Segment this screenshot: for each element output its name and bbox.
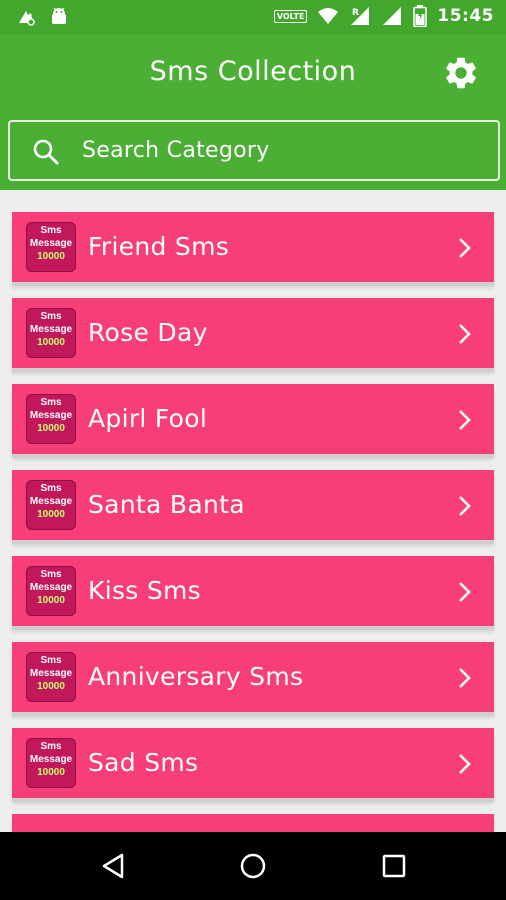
- category-label: Santa Banta: [88, 490, 245, 519]
- signal-r-icon: R: [351, 7, 370, 25]
- app-badge: Sms Message 10000: [26, 566, 76, 616]
- volte-icon: VOLTE: [273, 9, 308, 23]
- app-badge: Sms Message 10000: [26, 222, 76, 272]
- home-icon[interactable]: [239, 852, 267, 880]
- svg-text:R: R: [352, 8, 359, 18]
- back-icon[interactable]: [100, 852, 128, 880]
- category-label: Anniversary Sms: [88, 662, 304, 691]
- chevron-right-icon: [459, 496, 471, 516]
- category-list: Sms Message 10000 Friend Sms Sms Message…: [0, 190, 506, 832]
- chevron-right-icon: [459, 582, 471, 602]
- app-badge: Sms Message 10000: [26, 480, 76, 530]
- category-label: Rose Day: [88, 318, 208, 347]
- android-icon: [52, 7, 66, 24]
- chevron-right-icon: [459, 410, 471, 430]
- category-item-friend-sms[interactable]: Sms Message 10000 Friend Sms: [12, 212, 494, 282]
- navigation-bar: [0, 832, 506, 900]
- status-bar: VOLTE R 15:45: [0, 0, 506, 34]
- app-badge: Sms Message 10000: [26, 652, 76, 702]
- app-badge: Sms Message 10000: [26, 308, 76, 358]
- category-item-sad-sms[interactable]: Sms Message 10000 Sad Sms: [12, 728, 494, 798]
- signal-icon: [383, 7, 402, 25]
- category-item-kiss-sms[interactable]: Sms Message 10000 Kiss Sms: [12, 556, 494, 626]
- search-icon: [33, 139, 59, 165]
- search-placeholder: Search Category: [82, 138, 270, 163]
- app-bar: Sms Collection: [0, 34, 506, 112]
- chevron-right-icon: [459, 324, 471, 344]
- category-item-santa-banta[interactable]: Sms Message 10000 Santa Banta: [12, 470, 494, 540]
- status-time: 15:45: [437, 6, 494, 26]
- category-item-anniversary-sms[interactable]: Sms Message 10000 Anniversary Sms: [12, 642, 494, 712]
- category-item-rose-day[interactable]: Sms Message 10000 Rose Day: [12, 298, 494, 368]
- search-section: Search Category: [0, 112, 506, 190]
- category-item-apirl-fool[interactable]: Sms Message 10000 Apirl Fool: [12, 384, 494, 454]
- chevron-right-icon: [459, 238, 471, 258]
- search-input[interactable]: Search Category: [8, 120, 500, 181]
- page-title: Sms Collection: [149, 56, 357, 87]
- app-badge: Sms Message 10000: [26, 738, 76, 788]
- category-label: Sad Sms: [88, 748, 199, 777]
- wifi-icon: [318, 8, 339, 24]
- app-badge: Sms Message 10000: [26, 394, 76, 444]
- category-label: Apirl Fool: [88, 404, 208, 433]
- notification-icon: [19, 11, 35, 26]
- chevron-right-icon: [459, 754, 471, 774]
- category-label: Friend Sms: [88, 232, 230, 261]
- battery-icon: [413, 5, 428, 27]
- gear-icon[interactable]: [442, 54, 480, 92]
- chevron-right-icon: [459, 668, 471, 688]
- category-label: Kiss Sms: [88, 576, 201, 605]
- category-item-partial[interactable]: [12, 814, 494, 832]
- recents-icon[interactable]: [380, 852, 408, 880]
